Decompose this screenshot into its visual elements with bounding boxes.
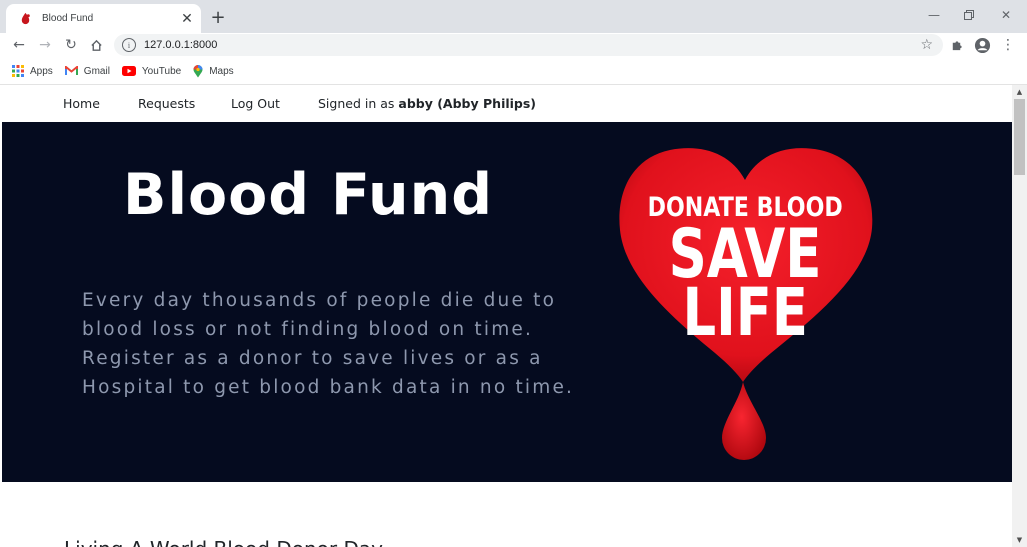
signed-in-status: Signed in as abby (Abby Philips) (318, 96, 536, 111)
hero-line: blood loss or not finding blood on time. (82, 319, 534, 340)
bookmark-star-icon[interactable]: ☆ (920, 37, 933, 53)
bookmark-apps[interactable]: Apps (12, 65, 53, 77)
bookmarks-bar: Apps Gmail YouTube Maps (0, 58, 1027, 85)
signed-in-prefix: Signed in as (318, 96, 395, 111)
bookmark-label: Apps (30, 65, 53, 77)
tab-strip: Blood Fund ✕ + — ✕ (0, 0, 1027, 33)
nav-requests-link[interactable]: Requests (138, 96, 195, 111)
menu-kebab-icon[interactable]: ⋮ (997, 34, 1019, 56)
reload-icon[interactable]: ↻ (60, 34, 82, 56)
page-viewport: Home Requests Log Out Signed in as abby … (0, 85, 1012, 547)
browser-tab[interactable]: Blood Fund ✕ (6, 4, 201, 33)
extensions-icon[interactable] (945, 34, 967, 56)
hero-title: Blood Fund (123, 162, 494, 228)
minimize-icon[interactable]: — (916, 0, 952, 30)
forward-icon[interactable]: → (34, 34, 56, 56)
maps-pin-icon (193, 64, 203, 78)
apps-grid-icon (12, 65, 24, 77)
badge-line-3: LIFE (683, 275, 808, 351)
section-heading: Living A World Blood Donor Day (64, 537, 383, 547)
hero-line: Register as a donor to save lives or as … (82, 348, 543, 369)
nav-logout-link[interactable]: Log Out (231, 96, 280, 111)
tab-title: Blood Fund (42, 13, 94, 24)
page-scrollbar[interactable]: ▲ ▼ (1012, 85, 1027, 547)
profile-avatar-icon[interactable] (971, 34, 993, 56)
scroll-down-arrow-icon[interactable]: ▼ (1012, 533, 1027, 547)
bookmark-gmail[interactable]: Gmail (64, 65, 110, 77)
scrollbar-thumb[interactable] (1014, 99, 1025, 175)
gmail-icon (64, 66, 78, 76)
close-tab-icon[interactable]: ✕ (177, 9, 197, 29)
hero-banner: Blood Fund Every day thousands of people… (2, 122, 1012, 482)
bookmark-label: Gmail (83, 65, 110, 77)
home-icon[interactable] (85, 34, 107, 56)
bookmark-label: YouTube (141, 65, 182, 77)
bookmark-maps[interactable]: Maps (193, 64, 234, 78)
address-bar[interactable]: i 127.0.0.1:8000 ☆ (114, 34, 943, 56)
bookmark-label: Maps (209, 65, 234, 77)
site-info-icon[interactable]: i (122, 38, 136, 52)
signed-in-user: abby (Abby Philips) (398, 96, 537, 111)
blood-drop-favicon (18, 12, 32, 26)
nav-home-link[interactable]: Home (63, 96, 100, 111)
site-navbar: Home Requests Log Out Signed in as abby … (0, 85, 1012, 122)
back-icon[interactable]: ← (8, 34, 30, 56)
restore-icon[interactable] (951, 0, 987, 30)
hero-line: Every day thousands of people die due to (82, 290, 557, 311)
hero-line: Hospital to get blood bank data in no ti… (82, 377, 575, 398)
bookmark-youtube[interactable]: YouTube (121, 65, 182, 77)
donate-blood-heart-image: DONATE BLOOD SAVE LIFE (619, 148, 873, 460)
address-url: 127.0.0.1:8000 (144, 39, 218, 51)
new-tab-icon[interactable]: + (206, 6, 230, 28)
scroll-up-arrow-icon[interactable]: ▲ (1012, 85, 1027, 99)
close-window-icon[interactable]: ✕ (988, 0, 1024, 30)
browser-toolbar: ← → ↻ i 127.0.0.1:8000 ☆ ⋮ (0, 33, 1027, 58)
hero-description: Every day thousands of people die due to… (82, 286, 602, 402)
youtube-icon (121, 66, 136, 76)
